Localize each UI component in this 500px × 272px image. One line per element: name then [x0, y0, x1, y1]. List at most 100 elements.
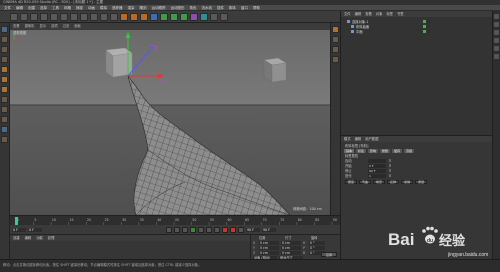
- axis-mode-icon[interactable]: [1, 96, 8, 103]
- floor-icon[interactable]: [200, 12, 208, 21]
- maximize-view-icon[interactable]: [332, 56, 339, 63]
- attribute-tab-0[interactable]: 基本: [344, 148, 355, 153]
- subdivision-icon[interactable]: [170, 12, 178, 21]
- attribute-value-field[interactable]: 0 F: [368, 163, 386, 168]
- stepper-icon[interactable]: [389, 159, 391, 162]
- rotate-view-icon[interactable]: [332, 46, 339, 53]
- object-menu-item-3[interactable]: 对象: [376, 11, 383, 17]
- coord-position-field[interactable]: 0 cm: [259, 240, 279, 245]
- rotate-icon[interactable]: [60, 12, 68, 21]
- end-frame-field[interactable]: 90 F: [246, 227, 260, 232]
- coord-size-field[interactable]: 0 cm: [281, 245, 301, 250]
- attribute-tab-2[interactable]: 影响: [368, 148, 379, 153]
- x-axis-icon[interactable]: [80, 12, 88, 21]
- attribute-tab-3[interactable]: 修整: [380, 148, 391, 153]
- attribute-button-1[interactable]: 弯曲: [359, 180, 372, 184]
- menu-item-13[interactable]: 运动图形: [171, 5, 185, 10]
- points-mode-icon[interactable]: [1, 66, 8, 73]
- menu-item-5[interactable]: 网格: [64, 5, 71, 10]
- deformer-icon[interactable]: [190, 12, 198, 21]
- object-menu-item-1[interactable]: 编辑: [355, 11, 362, 17]
- current-frame-field[interactable]: 0 F: [28, 227, 42, 232]
- menu-item-16[interactable]: 插件: [217, 5, 224, 10]
- menu-item-15[interactable]: 流水线: [202, 5, 213, 10]
- menu-item-12[interactable]: 运动跟踪: [152, 5, 166, 10]
- takes-tab-icon[interactable]: [494, 22, 499, 27]
- autokey-icon[interactable]: [230, 226, 236, 233]
- coordinate-system-icon[interactable]: [110, 12, 118, 21]
- render-picture-viewer-icon[interactable]: [130, 12, 138, 21]
- attribute-value-field[interactable]: 1: [368, 173, 386, 178]
- layers-tab-icon[interactable]: [494, 46, 499, 51]
- edges-mode-icon[interactable]: [1, 76, 8, 83]
- attribute-tab-4[interactable]: 缓存: [392, 148, 403, 153]
- menu-item-4[interactable]: 工具: [52, 5, 59, 10]
- model-mode-icon[interactable]: [1, 36, 8, 43]
- array-icon[interactable]: [180, 12, 188, 21]
- go-to-end-icon[interactable]: [214, 226, 220, 233]
- keyframe-selection-icon[interactable]: [238, 226, 244, 233]
- max-frame-field[interactable]: 90 F: [262, 227, 276, 232]
- move-icon[interactable]: [40, 12, 48, 21]
- menu-item-0[interactable]: 文件: [4, 5, 11, 10]
- select-icon[interactable]: [30, 12, 38, 21]
- attribute-button-5[interactable]: 质量: [415, 180, 428, 184]
- cube-object[interactable]: [263, 57, 287, 83]
- object-menu-item-5[interactable]: 书签: [397, 11, 404, 17]
- material-menu-item-3[interactable]: 纹理: [48, 235, 55, 241]
- stepper-icon[interactable]: [389, 169, 391, 172]
- y-axis-icon[interactable]: [90, 12, 98, 21]
- menu-item-18[interactable]: 窗口: [241, 5, 248, 10]
- object-visibility-flags[interactable]: [423, 30, 430, 33]
- coord-rotation-field[interactable]: 0 °: [309, 240, 325, 245]
- viewport-menu-item-2[interactable]: 显示: [39, 23, 46, 30]
- menu-item-7[interactable]: 动画: [88, 5, 95, 10]
- render-view-icon[interactable]: [120, 12, 128, 21]
- attribute-button-0[interactable]: 硬度: [345, 180, 358, 184]
- viewport[interactable]: 网格间距：100 cm 透视视图: [10, 30, 330, 215]
- objects-tab-icon[interactable]: [494, 14, 499, 19]
- menu-item-17[interactable]: 脚本: [229, 5, 236, 10]
- recent-tool-icon[interactable]: [70, 12, 78, 21]
- menu-item-1[interactable]: 编辑: [16, 5, 23, 10]
- object-name[interactable]: 平面: [356, 29, 363, 34]
- previous-frame-icon[interactable]: [182, 226, 188, 233]
- coord-rotation-field[interactable]: 0 °: [309, 245, 325, 250]
- go-to-start-icon[interactable]: [166, 226, 172, 233]
- menu-item-14[interactable]: 角色: [190, 5, 197, 10]
- menu-item-8[interactable]: 模拟: [100, 5, 107, 10]
- attributes-tab-icon[interactable]: [494, 54, 499, 59]
- menu-item-9[interactable]: 追踪器: [112, 5, 123, 10]
- planar-workplane-icon[interactable]: [1, 126, 8, 133]
- content-browser-tab-icon[interactable]: [494, 30, 499, 35]
- coord-size-field[interactable]: 0 cm: [281, 250, 301, 255]
- attribute-button-4[interactable]: 摩擦: [401, 180, 414, 184]
- workplane-icon[interactable]: [1, 56, 8, 63]
- material-menu-item-0[interactable]: 创建: [13, 235, 20, 241]
- object-row[interactable]: 平面: [341, 29, 500, 34]
- playhead[interactable]: [15, 217, 18, 225]
- menu-item-10[interactable]: 渲染: [128, 5, 135, 10]
- previous-key-icon[interactable]: [174, 226, 180, 233]
- menu-item-3[interactable]: 选择: [40, 5, 47, 10]
- camera-nav-icon[interactable]: [332, 26, 339, 33]
- material-menu-item-1[interactable]: 编辑: [25, 235, 32, 241]
- menu-item-11[interactable]: 雕刻: [140, 5, 147, 10]
- snap-icon[interactable]: [1, 106, 8, 113]
- viewport-menu-item-3[interactable]: 选项: [51, 23, 58, 30]
- light-icon[interactable]: [220, 12, 228, 21]
- coord-position-field[interactable]: 0 cm: [259, 250, 279, 255]
- scale-icon[interactable]: [50, 12, 58, 21]
- attribute-menu-item-2[interactable]: 用户数据: [365, 136, 378, 142]
- make-editable-icon[interactable]: [1, 26, 8, 33]
- solo-icon[interactable]: [1, 136, 8, 143]
- viewport-menu-item-0[interactable]: 查看: [13, 23, 20, 30]
- camera-icon[interactable]: [210, 12, 218, 21]
- timeline[interactable]: 051015202530354045505560657075808590: [10, 215, 340, 226]
- attribute-value-field[interactable]: 90 F: [368, 168, 386, 173]
- attribute-value-field[interactable]: [368, 158, 386, 163]
- structure-tab-icon[interactable]: [494, 38, 499, 43]
- object-visibility-flags[interactable]: [423, 20, 430, 23]
- attribute-button-3[interactable]: 反弹: [387, 180, 400, 184]
- object-menu-item-0[interactable]: 文件: [344, 11, 351, 17]
